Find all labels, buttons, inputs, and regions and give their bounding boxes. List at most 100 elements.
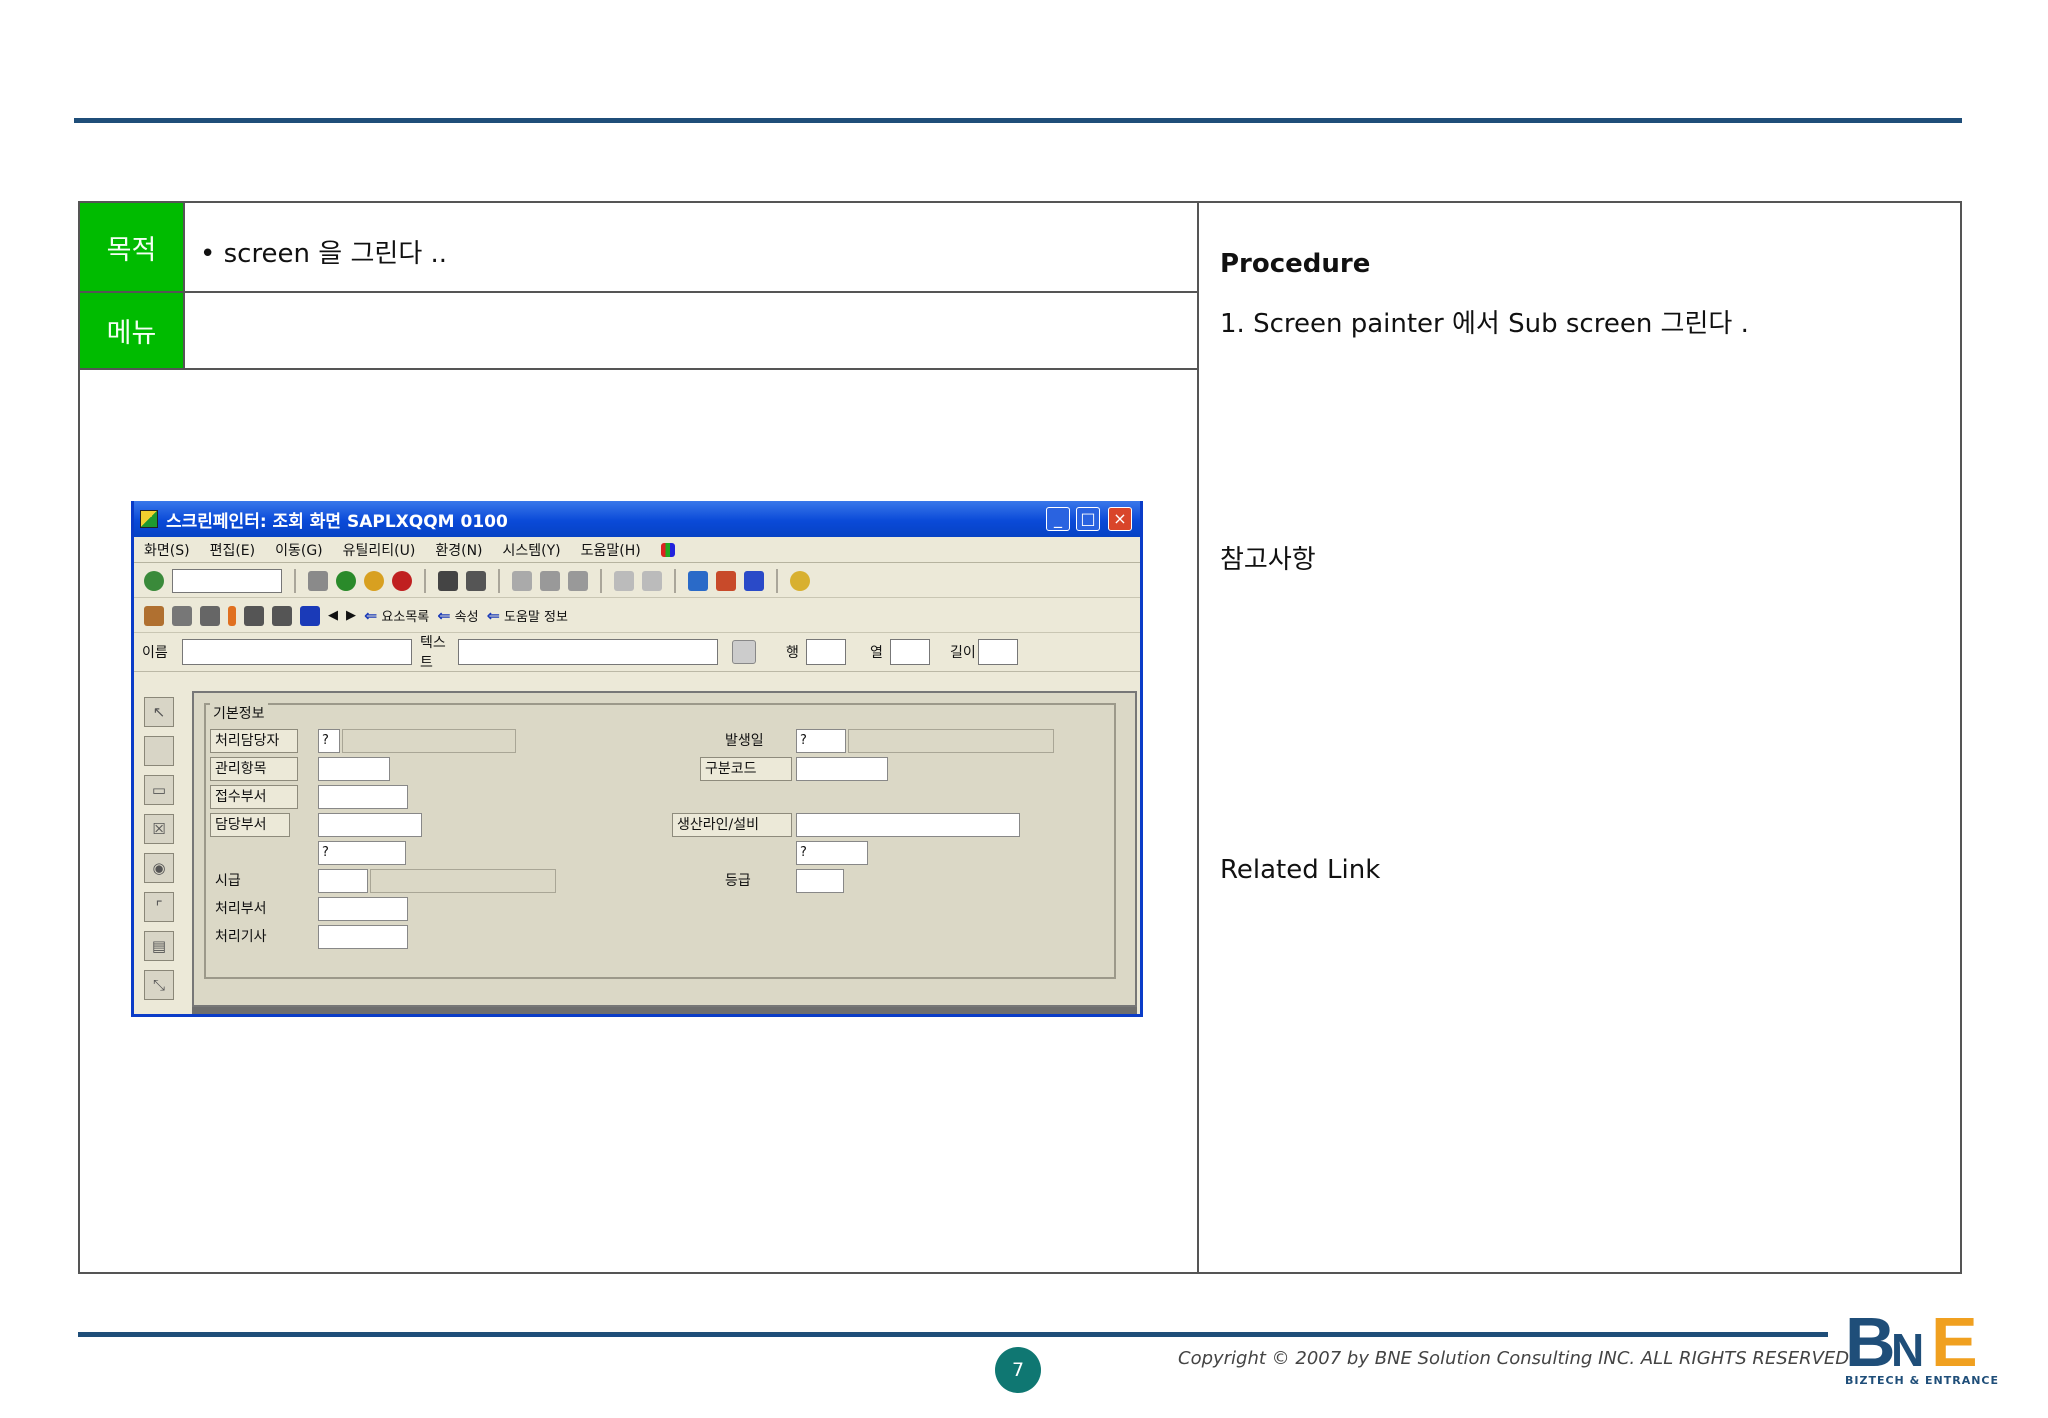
edit-icon[interactable] bbox=[144, 605, 164, 626]
save-icon[interactable] bbox=[308, 570, 328, 591]
first-page-icon[interactable] bbox=[512, 570, 532, 591]
window-titlebar: 스크린페인터: 조회 화면 SAPLXQQM 0100 bbox=[134, 501, 1140, 537]
related-link[interactable]: Related Link bbox=[1220, 855, 1380, 885]
command-field[interactable] bbox=[172, 568, 282, 593]
layout-canvas[interactable]: 기본정보 처리담당자 ? 관리항목 접수부서 담당부서 ? 시급 처리부서 처리… bbox=[192, 691, 1137, 1007]
menu-item[interactable]: 환경(N) bbox=[435, 540, 482, 560]
radio-button-icon[interactable]: ◉ bbox=[144, 853, 174, 883]
subscreen-icon[interactable]: ▤ bbox=[144, 931, 174, 961]
menu-item[interactable]: 시스템(Y) bbox=[503, 540, 561, 560]
field-label: 생산라인/설비 bbox=[672, 813, 792, 837]
column-input[interactable] bbox=[890, 639, 930, 665]
help-icon[interactable] bbox=[790, 570, 810, 591]
flow-logic-icon[interactable] bbox=[300, 605, 320, 626]
checkbox-icon[interactable]: ☒ bbox=[144, 814, 174, 844]
text-field-icon[interactable] bbox=[144, 736, 174, 766]
activate-icon[interactable] bbox=[272, 605, 292, 626]
field-label: 관리항목 bbox=[210, 757, 298, 781]
last-page-icon[interactable] bbox=[614, 570, 634, 591]
exit-icon[interactable] bbox=[364, 570, 384, 591]
minimize-icon[interactable]: _ bbox=[1046, 507, 1070, 531]
text-input[interactable] bbox=[458, 639, 718, 665]
field-input[interactable]: ? bbox=[318, 841, 406, 865]
cancel-icon[interactable] bbox=[392, 570, 412, 591]
name-input[interactable] bbox=[182, 639, 412, 665]
box-icon[interactable]: ⌜ bbox=[144, 892, 174, 922]
row-label: 행 bbox=[786, 645, 799, 661]
pointer-icon[interactable]: ↖ bbox=[144, 697, 174, 727]
footer-rule bbox=[78, 1332, 1828, 1337]
other-object-icon[interactable] bbox=[200, 605, 220, 626]
label-divider bbox=[183, 203, 185, 368]
field-input[interactable]: ? bbox=[796, 841, 868, 865]
field-input[interactable]: ? bbox=[318, 729, 340, 753]
menu-item[interactable]: 이동(G) bbox=[275, 540, 323, 560]
help-info-button[interactable]: ⇐ 도움말 정보 bbox=[487, 606, 568, 625]
screen-icon[interactable] bbox=[744, 570, 764, 591]
field-input[interactable] bbox=[796, 757, 888, 781]
next-page-icon[interactable] bbox=[568, 570, 588, 591]
column-label: 열 bbox=[870, 645, 883, 661]
text-label: 텍스트 bbox=[420, 635, 446, 671]
procedure-title: Procedure bbox=[1220, 249, 1371, 279]
length-label: 길이 bbox=[950, 645, 976, 661]
row-input[interactable] bbox=[806, 639, 846, 665]
menu-item[interactable]: 유틸리티(U) bbox=[343, 540, 416, 560]
close-icon[interactable]: × bbox=[1108, 507, 1132, 531]
print-icon[interactable] bbox=[438, 570, 458, 591]
field-input[interactable] bbox=[318, 897, 408, 921]
table-control-icon[interactable]: ⤡ bbox=[144, 970, 174, 1000]
field-input[interactable] bbox=[318, 813, 422, 837]
find-icon[interactable] bbox=[466, 570, 486, 591]
row-divider bbox=[80, 291, 1197, 293]
prev-page-icon[interactable] bbox=[540, 570, 560, 591]
bne-logo: B N E BIZTECH & ENTRANCE bbox=[1845, 1303, 1998, 1388]
attributes-button[interactable]: ⇐ 속성 bbox=[437, 606, 478, 625]
field-input[interactable] bbox=[796, 813, 1020, 837]
toolbar-separator bbox=[674, 568, 676, 593]
menu-item[interactable]: 편집(E) bbox=[210, 540, 256, 560]
field-input[interactable]: ? bbox=[796, 729, 846, 753]
toolbar-separator bbox=[424, 568, 426, 593]
prev-screen-icon[interactable]: ◀ bbox=[328, 608, 338, 623]
svg-text:N: N bbox=[1891, 1324, 1924, 1376]
menu-item[interactable]: 도움말(H) bbox=[581, 540, 641, 560]
field-input[interactable] bbox=[318, 757, 390, 781]
shortcut-icon[interactable] bbox=[688, 570, 708, 591]
toolbar-separator bbox=[498, 568, 500, 593]
field-input[interactable] bbox=[318, 925, 408, 949]
display-change-icon[interactable] bbox=[172, 605, 192, 626]
back-icon[interactable] bbox=[336, 570, 356, 591]
field-output bbox=[848, 729, 1054, 753]
input-field-icon[interactable]: ▭ bbox=[144, 775, 174, 805]
create-session-icon[interactable] bbox=[642, 570, 662, 591]
menu-item[interactable]: 화면(S) bbox=[144, 540, 190, 560]
field-input[interactable] bbox=[318, 869, 368, 893]
field-output bbox=[370, 869, 556, 893]
copyright-text: Copyright © 2007 by BNE Solution Consult… bbox=[1178, 1348, 1855, 1369]
toolbar-separator bbox=[294, 568, 296, 593]
check-icon[interactable] bbox=[228, 605, 236, 626]
element-list-button[interactable]: ⇐ 요소목록 bbox=[364, 606, 429, 625]
layout-menu-icon[interactable] bbox=[716, 570, 736, 591]
field-input[interactable] bbox=[796, 869, 844, 893]
layout-icon[interactable] bbox=[660, 542, 675, 557]
field-label: 담당부서 bbox=[210, 813, 290, 837]
row-divider bbox=[80, 368, 1197, 370]
test-icon[interactable] bbox=[244, 605, 264, 626]
maximize-icon[interactable]: □ bbox=[1076, 507, 1100, 531]
field-label: 발생일 bbox=[725, 733, 764, 749]
dictionary-icon[interactable] bbox=[732, 640, 756, 664]
svg-text:B: B bbox=[1845, 1308, 1896, 1376]
field-input[interactable] bbox=[318, 785, 408, 809]
element-palette: ↖ ▭ ☒ ◉ ⌜ ▤ ⤡ bbox=[140, 697, 180, 1013]
enter-icon[interactable] bbox=[144, 570, 164, 591]
length-input[interactable] bbox=[978, 639, 1018, 665]
top-rule bbox=[74, 118, 1962, 123]
svg-text:E: E bbox=[1931, 1308, 1978, 1376]
next-screen-icon[interactable]: ▶ bbox=[346, 608, 356, 623]
notes-label: 참고사항 bbox=[1220, 545, 1316, 575]
column-divider bbox=[1197, 203, 1199, 1272]
menu-label: 메뉴 bbox=[80, 293, 183, 368]
field-label: 시급 bbox=[215, 873, 241, 889]
